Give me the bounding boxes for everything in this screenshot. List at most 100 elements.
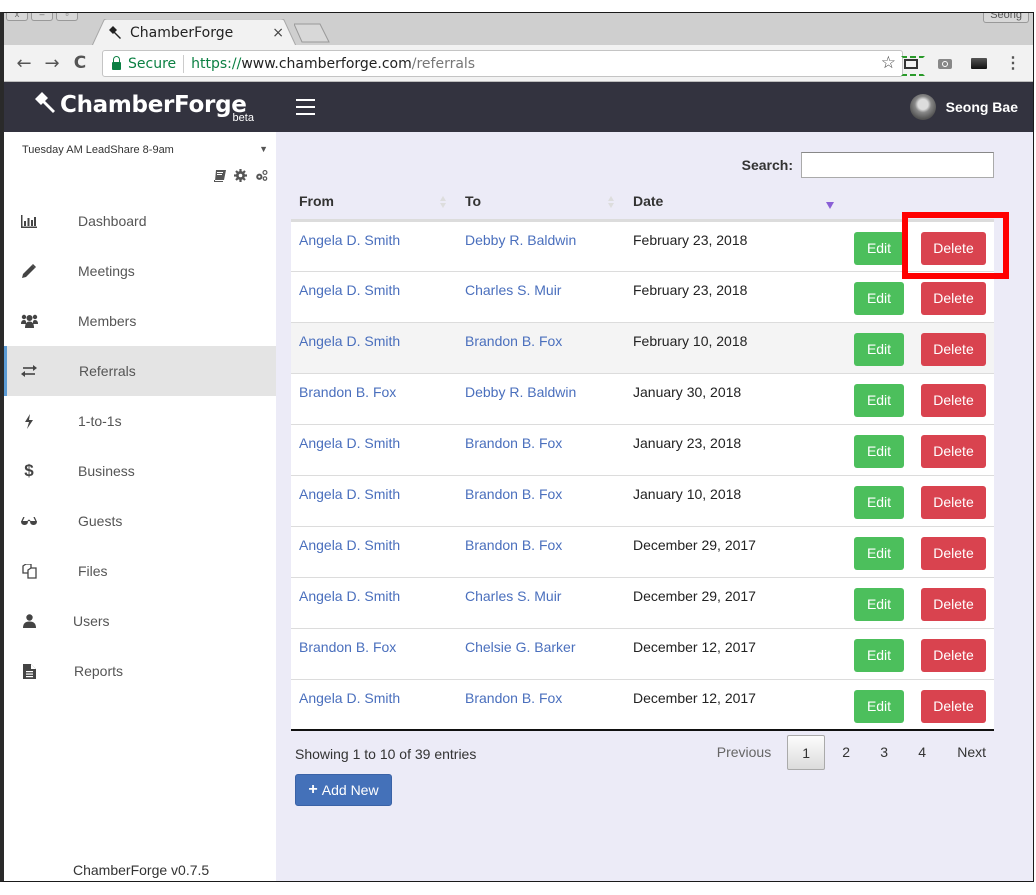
chevron-down-icon: ▼: [259, 144, 268, 154]
new-tab-button[interactable]: [294, 23, 330, 43]
edit-button[interactable]: Edit: [854, 281, 904, 315]
pagination-page[interactable]: 3: [865, 735, 903, 770]
maximize-window-button[interactable]: ▫: [56, 13, 78, 21]
delete-button[interactable]: Delete: [921, 281, 986, 315]
from-link[interactable]: Brandon B. Fox: [299, 639, 396, 655]
delete-button[interactable]: Delete: [921, 332, 986, 366]
cell-date: January 10, 2018: [625, 474, 834, 526]
table-row: Angela D. Smith Brandon B. Fox February 10…: [291, 321, 994, 373]
users-icon: [20, 312, 38, 330]
sidebar-item-1-to-1s[interactable]: 1-to-1s: [4, 396, 276, 446]
close-window-button[interactable]: x: [6, 13, 28, 21]
reload-button[interactable]: C: [66, 53, 94, 73]
pagination-page[interactable]: 4: [903, 735, 941, 770]
to-link[interactable]: Debby R. Baldwin: [465, 232, 576, 248]
pagination-page[interactable]: 2: [827, 735, 865, 770]
from-link[interactable]: Angela D. Smith: [299, 435, 400, 451]
delete-button[interactable]: Delete: [921, 638, 986, 672]
profile-button[interactable]: Seong: [983, 13, 1029, 23]
to-link[interactable]: Brandon B. Fox: [465, 333, 562, 349]
from-link[interactable]: Angela D. Smith: [299, 690, 400, 706]
bar-chart-icon: [20, 212, 38, 230]
edit-button[interactable]: Edit: [854, 332, 904, 366]
to-link[interactable]: Charles S. Muir: [465, 588, 561, 604]
delete-button[interactable]: Delete: [921, 485, 986, 519]
sidebar-item-users[interactable]: Users: [4, 596, 276, 646]
browser-window: x – ▫ ChamberForge × Seong ← → C Secure …: [0, 12, 1034, 882]
gear-icon[interactable]: [234, 169, 247, 182]
to-link[interactable]: Debby R. Baldwin: [465, 384, 576, 400]
bookmark-star-icon[interactable]: ☆: [881, 53, 896, 73]
terminal-icon[interactable]: [969, 54, 989, 74]
delete-button[interactable]: Delete: [921, 689, 986, 723]
edit-button[interactable]: Edit: [854, 383, 904, 417]
brand-logo[interactable]: ChamberForge beta: [34, 92, 254, 124]
edit-button[interactable]: Edit: [854, 231, 904, 265]
cell-from: Brandon B. Fox: [291, 627, 457, 679]
pagination-previous[interactable]: Previous: [709, 735, 779, 770]
column-header-to[interactable]: To: [457, 184, 625, 222]
address-bar[interactable]: Secure https:// www.chamberforge.com /re…: [102, 50, 903, 77]
from-link[interactable]: Angela D. Smith: [299, 232, 400, 248]
camera-icon[interactable]: [935, 54, 955, 74]
pagination-next[interactable]: Next: [949, 735, 994, 770]
cell-to: Brandon B. Fox: [457, 423, 625, 475]
search-input[interactable]: [801, 152, 994, 178]
sidebar-item-business[interactable]: $ Business: [4, 446, 276, 496]
delete-button[interactable]: Delete: [921, 231, 986, 265]
from-link[interactable]: Angela D. Smith: [299, 537, 400, 553]
to-link[interactable]: Brandon B. Fox: [465, 537, 562, 553]
column-header-from[interactable]: From: [291, 184, 457, 222]
sidebar-item-members[interactable]: Members: [4, 296, 276, 346]
delete-button[interactable]: Delete: [921, 587, 986, 621]
search-row: Search:: [742, 152, 994, 178]
from-link[interactable]: Angela D. Smith: [299, 333, 400, 349]
cell-date: January 23, 2018: [625, 423, 834, 475]
sidebar-item-files[interactable]: Files: [4, 546, 276, 596]
sidebar-item-reports[interactable]: Reports: [4, 646, 276, 696]
browser-tab-content[interactable]: ChamberForge ×: [108, 23, 284, 43]
sidebar-item-guests[interactable]: Guests: [4, 496, 276, 546]
from-link[interactable]: Angela D. Smith: [299, 588, 400, 604]
gears-icon[interactable]: [255, 169, 268, 182]
to-link[interactable]: Brandon B. Fox: [465, 435, 562, 451]
browser-menu-icon[interactable]: ⋮: [1003, 54, 1023, 74]
group-select[interactable]: Tuesday AM LeadShare 8-9am ▼: [22, 144, 272, 156]
sidebar-item-label: Members: [78, 313, 137, 329]
pagination-page[interactable]: 1: [787, 735, 826, 770]
table-row: Angela D. Smith Brandon B. Fox December 29…: [291, 525, 994, 577]
edit-button[interactable]: Edit: [854, 536, 904, 570]
from-link[interactable]: Angela D. Smith: [299, 282, 400, 298]
edit-button[interactable]: Edit: [854, 434, 904, 468]
to-link[interactable]: Brandon B. Fox: [465, 486, 562, 502]
sidebar-item-dashboard[interactable]: Dashboard: [4, 196, 276, 246]
address-separator: [183, 54, 185, 73]
sidebar-item-referrals[interactable]: Referrals: [4, 346, 276, 396]
delete-button[interactable]: Delete: [921, 536, 986, 570]
edit-button[interactable]: Edit: [854, 638, 904, 672]
to-link[interactable]: Chelsie G. Barker: [465, 639, 575, 655]
from-link[interactable]: Brandon B. Fox: [299, 384, 396, 400]
forward-button[interactable]: →: [38, 53, 66, 74]
delete-button[interactable]: Delete: [921, 434, 986, 468]
cell-to: Brandon B. Fox: [457, 321, 625, 373]
edit-button[interactable]: Edit: [854, 689, 904, 723]
tab-strip: x – ▫ ChamberForge × Seong: [4, 13, 1033, 46]
book-icon[interactable]: [213, 169, 226, 182]
add-new-button[interactable]: + Add New: [295, 774, 392, 806]
back-button[interactable]: ←: [10, 53, 38, 74]
screen-capture-icon[interactable]: [901, 54, 925, 76]
delete-button[interactable]: Delete: [921, 383, 986, 417]
to-link[interactable]: Brandon B. Fox: [465, 690, 562, 706]
user-menu[interactable]: Seong Bae: [909, 94, 1018, 120]
minimize-window-button[interactable]: –: [31, 13, 53, 21]
edit-button[interactable]: Edit: [854, 587, 904, 621]
tab-close-icon[interactable]: ×: [272, 25, 284, 41]
cell-to: Charles S. Muir: [457, 270, 625, 322]
from-link[interactable]: Angela D. Smith: [299, 486, 400, 502]
column-header-date[interactable]: Date: [625, 184, 834, 222]
edit-button[interactable]: Edit: [854, 485, 904, 519]
sidebar-item-meetings[interactable]: Meetings: [4, 246, 276, 296]
to-link[interactable]: Charles S. Muir: [465, 282, 561, 298]
menu-toggle-icon[interactable]: [296, 99, 315, 115]
